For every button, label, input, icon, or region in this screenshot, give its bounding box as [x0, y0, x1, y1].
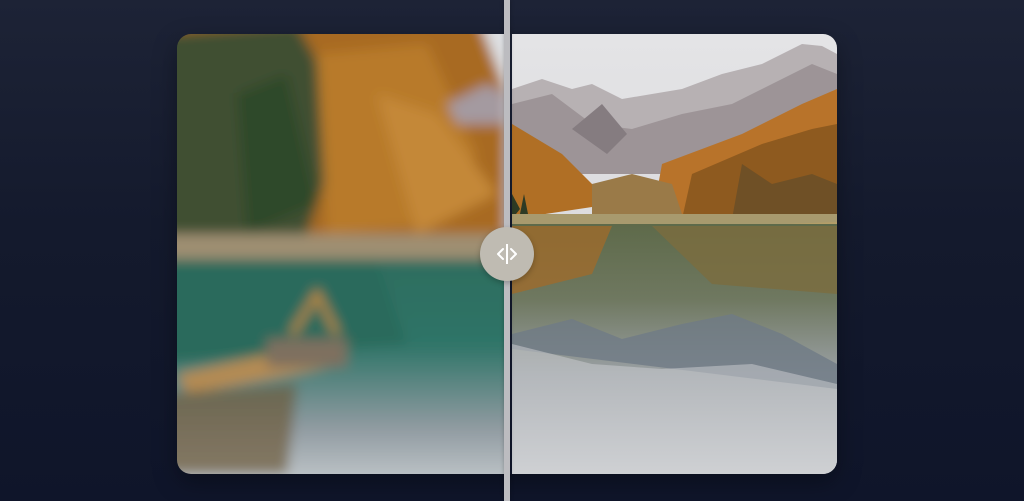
- after-photo: [512, 34, 837, 474]
- before-photo: [177, 34, 506, 474]
- split-arrows-icon: [497, 244, 517, 264]
- before-image: [177, 34, 506, 474]
- comparison-slider-handle[interactable]: [480, 227, 534, 281]
- after-image: [512, 34, 837, 474]
